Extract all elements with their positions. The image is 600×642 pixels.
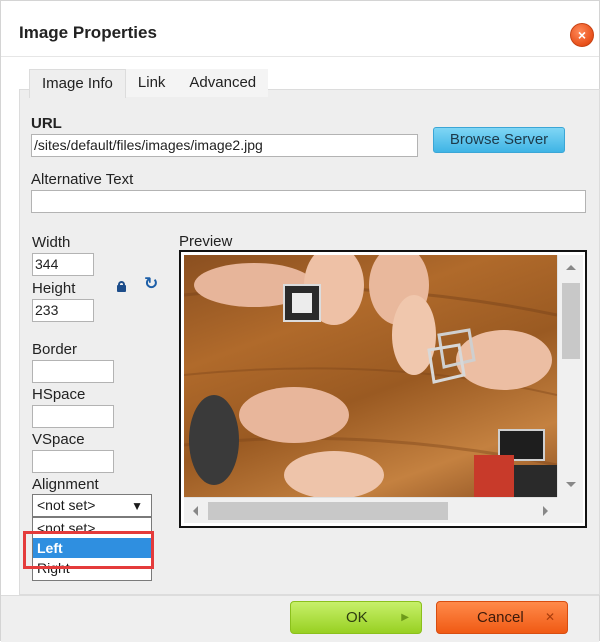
preview-label: Preview xyxy=(179,233,233,250)
alignment-label: Alignment xyxy=(32,476,99,493)
border-input[interactable] xyxy=(32,360,114,383)
scroll-left-icon[interactable] xyxy=(193,506,198,516)
vspace-label: VSpace xyxy=(32,431,85,448)
preview-photo-illustration xyxy=(184,255,557,497)
alt-text-label: Alternative Text xyxy=(31,171,134,188)
horizontal-scroll-thumb[interactable] xyxy=(208,502,448,520)
hspace-label: HSpace xyxy=(32,386,86,403)
tab-image-info[interactable]: Image Info xyxy=(29,69,126,98)
ok-button[interactable]: OK ▶ xyxy=(290,601,422,634)
tab-bar: Image Info Link Advanced xyxy=(29,69,269,98)
image-properties-dialog: Image Properties × Image Info Link Advan… xyxy=(0,0,600,642)
chevron-down-icon: ▼ xyxy=(131,499,143,513)
scroll-down-icon[interactable] xyxy=(566,482,576,487)
url-label: URL xyxy=(31,115,62,132)
browse-server-button[interactable]: Browse Server xyxy=(433,127,565,153)
annotation-highlight-box xyxy=(23,531,154,569)
scroll-right-icon[interactable] xyxy=(543,506,548,516)
close-icon[interactable]: × xyxy=(570,23,594,47)
cancel-button[interactable]: Cancel ✕ xyxy=(436,601,568,634)
cancel-button-label: Cancel xyxy=(477,609,524,626)
height-label: Height xyxy=(32,280,76,297)
tab-link[interactable]: Link xyxy=(125,69,178,97)
width-label: Width xyxy=(32,234,71,251)
lock-icon[interactable] xyxy=(117,281,126,292)
url-input[interactable]: /sites/default/files/images/image2.jpg xyxy=(31,134,418,157)
alignment-select[interactable]: <not set> ▼ xyxy=(32,494,152,517)
hspace-input[interactable] xyxy=(32,405,114,428)
dialog-title: Image Properties xyxy=(19,23,157,42)
close-icon: ✕ xyxy=(544,610,555,624)
vspace-input[interactable] xyxy=(32,450,114,473)
preview-vertical-scrollbar[interactable] xyxy=(557,255,583,497)
height-input[interactable]: 233 xyxy=(32,299,94,322)
tab-advanced[interactable]: Advanced xyxy=(177,69,269,97)
scroll-up-icon[interactable] xyxy=(566,265,576,270)
chevron-right-icon: ▶ xyxy=(401,612,409,623)
refresh-icon[interactable]: ↻ xyxy=(144,275,160,292)
preview-image xyxy=(184,255,557,497)
preview-horizontal-scrollbar[interactable] xyxy=(184,497,557,523)
scrollbar-corner xyxy=(557,497,583,523)
width-input[interactable]: 344 xyxy=(32,253,94,276)
preview-frame xyxy=(179,250,587,528)
dialog-titlebar: Image Properties × xyxy=(1,1,599,57)
vertical-scroll-thumb[interactable] xyxy=(562,283,580,359)
ok-button-label: OK xyxy=(346,609,368,626)
alt-text-input[interactable] xyxy=(31,190,586,213)
alignment-selected-value: <not set> xyxy=(37,497,96,513)
border-label: Border xyxy=(32,341,78,358)
